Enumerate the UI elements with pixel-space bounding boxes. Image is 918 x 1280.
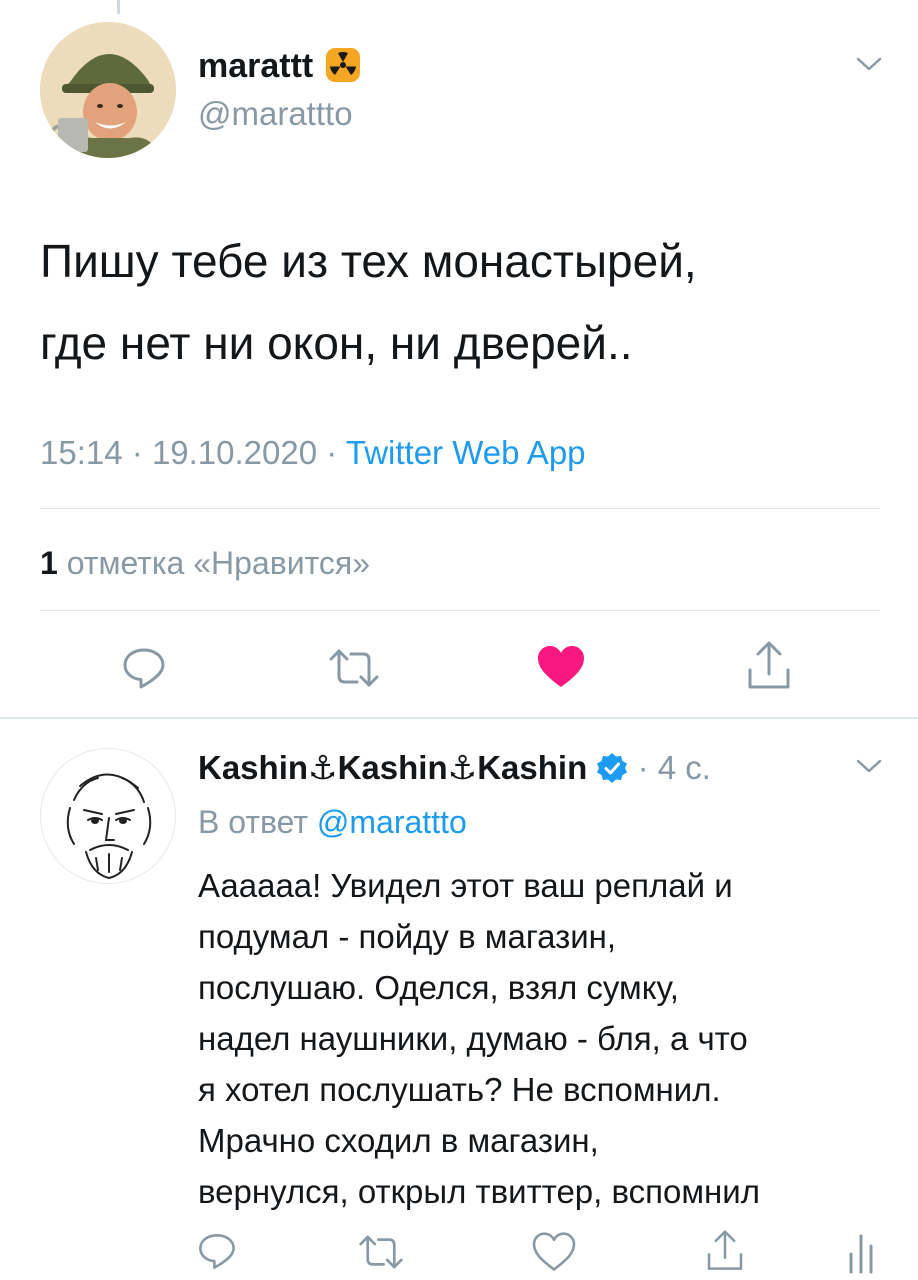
author-name-text: marattt [198, 47, 314, 85]
reply-like-heart-icon[interactable] [532, 1232, 576, 1272]
avatar-kashin[interactable] [40, 748, 176, 884]
verified-badge-icon [596, 751, 628, 795]
replying-to-handle[interactable]: @marattto [317, 804, 467, 840]
reply-text-line: надел наушники, думаю - бля, а что [198, 1020, 748, 1057]
section-separator [0, 717, 918, 719]
reply-text-line: вернулся, открыл твиттер, вспомнил [198, 1173, 760, 1210]
author-handle[interactable]: @marattto [198, 92, 353, 136]
reply-text-line: послушаю. Оделся, взял сумку, [198, 969, 679, 1006]
like-heart-filled-icon[interactable] [536, 644, 586, 690]
likes-count: 1 [40, 545, 58, 581]
reply-text: Аааааа! Увидел этот ваш реплай и подумал… [198, 860, 760, 1217]
reply-separator: · [637, 749, 649, 786]
tweet-time: 15:14 [40, 434, 123, 471]
tweet-text-line: Пишу тебе из тех монастырей, [40, 235, 697, 287]
tweet-source-link[interactable]: Twitter Web App [346, 434, 586, 471]
reply-text-line: я хотел послушать? Не вспомнил. [198, 1071, 721, 1108]
tweet-text: Пишу тебе из тех монастырей, где нет ни … [40, 220, 697, 384]
reply-menu-chevron-icon[interactable] [854, 754, 884, 778]
radioactive-emoji-icon [325, 47, 361, 94]
author-display-name[interactable]: marattt [198, 44, 361, 94]
retweet-icon[interactable] [328, 646, 380, 690]
share-icon[interactable] [744, 640, 794, 692]
tweet-text-line: где нет ни окон, ни дверей.. [40, 317, 633, 369]
analytics-icon[interactable] [846, 1232, 876, 1274]
reply-author-name[interactable]: Kashin⚓Kashin⚓Kashin [198, 749, 587, 786]
reply-text-line: Аааааа! Увидел этот ваш реплай и [198, 867, 733, 904]
reply-text-line: Мрачно сходил в магазин, [198, 1122, 599, 1159]
divider [40, 610, 880, 611]
reply-header: Kashin⚓Kashin⚓Kashin · 4 с. [198, 746, 711, 795]
tweet-meta: 15:14 · 19.10.2020 · Twitter Web App [40, 432, 586, 474]
avatar-marattt[interactable] [40, 22, 176, 158]
reply-reply-icon[interactable] [196, 1230, 238, 1272]
replying-to-prefix: В ответ [198, 804, 309, 840]
reply-retweet-icon[interactable] [358, 1232, 404, 1272]
reply-age[interactable]: 4 с. [658, 749, 711, 786]
reply-share-icon[interactable] [704, 1228, 746, 1274]
tweet-date: 19.10.2020 [151, 434, 318, 471]
reply-text-line: подумал - пойду в магазин, [198, 918, 617, 955]
tweet-menu-chevron-icon[interactable] [854, 52, 884, 76]
meta-separator: · [131, 434, 143, 471]
reply-icon[interactable] [120, 644, 168, 692]
meta-separator: · [326, 434, 338, 471]
divider [40, 508, 880, 509]
likes-summary[interactable]: 1 отметка «Нравится» [40, 542, 370, 584]
replying-to: В ответ @marattto [198, 800, 467, 844]
thread-connector-line [117, 0, 120, 14]
likes-label: отметка «Нравится» [66, 545, 371, 581]
